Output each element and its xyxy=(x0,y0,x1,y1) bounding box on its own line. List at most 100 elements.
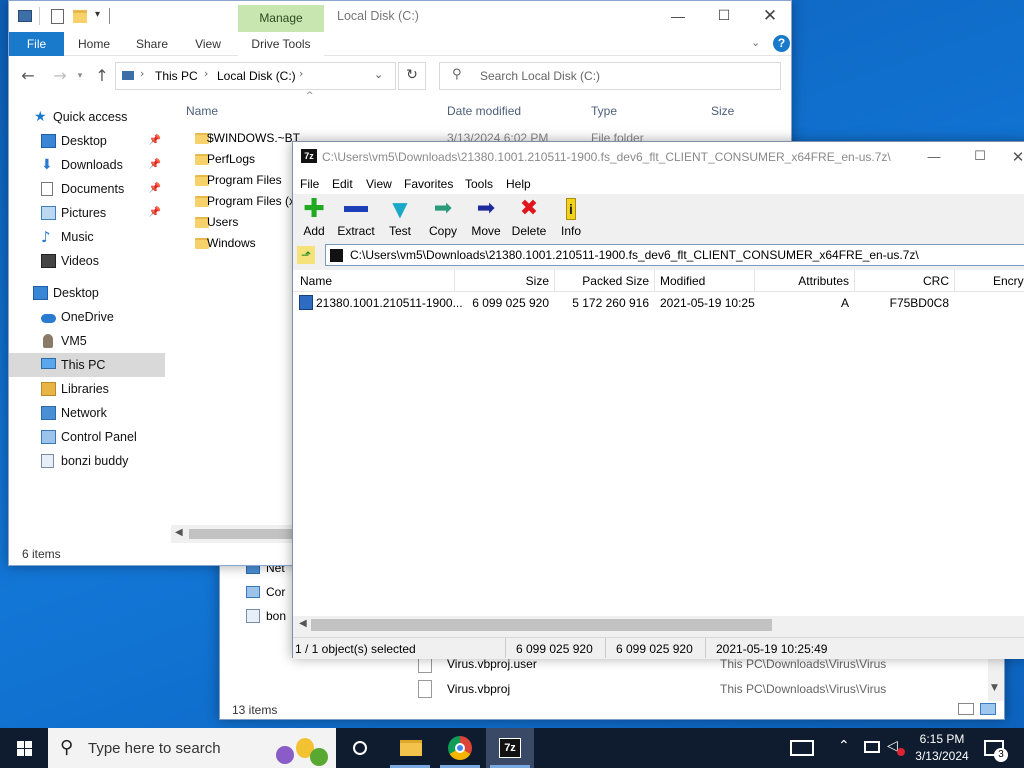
chevron-right-icon[interactable]: › xyxy=(204,67,208,80)
vertical-scrollbar[interactable]: ▼ xyxy=(988,653,1004,701)
column-name[interactable]: Name xyxy=(295,270,455,292)
nav-item-desktop[interactable]: Desktop 📌 xyxy=(9,129,165,153)
nav-quick-access[interactable]: ★ Quick access xyxy=(9,105,165,129)
up-button[interactable]: ↑ xyxy=(91,65,113,87)
nav-item-this-pc[interactable]: This PC xyxy=(9,353,165,377)
horizontal-scrollbar[interactable]: ◀ xyxy=(171,525,301,543)
up-folder-icon[interactable]: ⬏ xyxy=(297,246,315,264)
properties-icon[interactable] xyxy=(51,9,64,24)
pin-icon[interactable]: 📌 xyxy=(149,129,161,153)
close-button[interactable]: ✕ xyxy=(747,1,793,32)
clock-time[interactable]: 6:15 PM xyxy=(910,732,974,746)
menu-edit[interactable]: Edit xyxy=(332,174,353,194)
nav-item-music[interactable]: ♪ Music xyxy=(9,225,165,249)
taskbar-search[interactable]: ⚲ Type here to search xyxy=(48,728,336,768)
scroll-left-icon[interactable]: ◀ xyxy=(299,618,307,629)
pin-icon[interactable]: 📌 xyxy=(149,153,161,177)
news-widget-icon[interactable] xyxy=(790,740,814,756)
7zip-window[interactable]: 7z C:\Users\vm5\Downloads\21380.1001.210… xyxy=(291,141,1024,659)
column-packed-size[interactable]: Packed Size xyxy=(555,270,655,292)
nav-item-pictures[interactable]: Pictures 📌 xyxy=(9,201,165,225)
recent-locations-icon[interactable]: ▾ xyxy=(73,65,87,87)
column-modified[interactable]: Modified xyxy=(655,270,755,292)
details-view-icon[interactable] xyxy=(958,703,974,715)
table-row[interactable]: 21380.1001.210511-1900... xyxy=(316,294,463,312)
nav-item-libraries[interactable]: Libraries xyxy=(9,377,165,401)
copy-button[interactable]: ➡ Copy xyxy=(420,194,466,240)
list-item[interactable]: Program Files (x xyxy=(187,191,297,212)
list-item[interactable]: Users xyxy=(187,212,297,233)
file-explorer-icon[interactable] xyxy=(386,728,434,768)
maximize-button[interactable]: ☐ xyxy=(701,1,747,32)
column-date[interactable]: Date modified xyxy=(447,101,521,121)
menu-file[interactable]: File xyxy=(300,174,319,194)
tab-drive-tools[interactable]: Drive Tools xyxy=(238,32,324,56)
path-input[interactable]: C:\Users\vm5\Downloads\21380.1001.210511… xyxy=(325,244,1024,266)
tab-view[interactable]: View xyxy=(185,32,231,56)
pin-icon[interactable]: 📌 xyxy=(149,177,161,201)
scroll-left-icon[interactable]: ◀ xyxy=(175,527,183,538)
add-button[interactable]: ✚ Add xyxy=(291,194,337,240)
manage-context-tab[interactable]: Manage xyxy=(238,5,324,32)
menu-tools[interactable]: Tools xyxy=(465,174,493,194)
column-encrypted[interactable]: Encry xyxy=(988,270,1024,292)
breadcrumb-local-disk[interactable]: Local Disk (C:) xyxy=(217,69,296,83)
column-type[interactable]: Type xyxy=(591,101,617,121)
start-button[interactable] xyxy=(0,728,48,768)
expand-ribbon-icon[interactable]: ⌄ xyxy=(751,36,760,49)
scroll-down-icon[interactable]: ▼ xyxy=(991,683,998,693)
move-button[interactable]: ➡ Move xyxy=(463,194,509,240)
chevron-right-icon[interactable]: › xyxy=(299,67,303,80)
back-button[interactable]: ← xyxy=(17,65,39,87)
nav-item-vm5[interactable]: VM5 xyxy=(9,329,165,353)
task-view-icon[interactable] xyxy=(336,728,384,768)
scroll-thumb[interactable] xyxy=(189,529,301,539)
title-bar[interactable]: 7z C:\Users\vm5\Downloads\21380.1001.210… xyxy=(293,142,1024,172)
scroll-thumb[interactable] xyxy=(311,619,772,631)
forward-button[interactable]: → xyxy=(49,65,71,87)
quick-access-dropdown-icon[interactable]: ▾ xyxy=(95,9,100,20)
nav-item-documents[interactable]: Documents 📌 xyxy=(9,177,165,201)
column-size[interactable]: Size xyxy=(711,101,734,121)
maximize-button[interactable]: ☐ xyxy=(957,142,1003,172)
file-list[interactable] xyxy=(293,270,1024,616)
column-attributes[interactable]: Attributes xyxy=(755,270,855,292)
nav-item-network[interactable]: Network xyxy=(9,401,165,425)
menu-view[interactable]: View xyxy=(366,174,392,194)
test-button[interactable]: ▼ Test xyxy=(377,194,423,240)
new-folder-icon[interactable] xyxy=(73,10,87,23)
menu-help[interactable]: Help xyxy=(506,174,531,194)
minimize-button[interactable]: — xyxy=(911,142,957,172)
column-crc[interactable]: CRC xyxy=(855,270,955,292)
column-size[interactable]: Size xyxy=(455,270,555,292)
menu-favorites[interactable]: Favorites xyxy=(404,174,453,194)
column-name[interactable]: Name xyxy=(186,101,218,121)
tab-home[interactable]: Home xyxy=(71,32,117,56)
nav-item-control-panel[interactable]: Cor xyxy=(246,582,285,602)
nav-item-control-panel[interactable]: Control Panel xyxy=(9,425,165,449)
chevron-down-icon[interactable]: ⌄ xyxy=(374,68,383,81)
info-button[interactable]: i Info xyxy=(548,194,594,240)
file-name[interactable]: Virus.vbproj xyxy=(447,682,510,696)
nav-item-bonzi-buddy[interactable]: bonzi buddy xyxy=(9,449,165,473)
extract-button[interactable]: Extract xyxy=(333,194,379,240)
list-item[interactable]: Program Files xyxy=(187,170,297,191)
help-icon[interactable]: ? xyxy=(773,35,790,52)
nav-item-videos[interactable]: Videos xyxy=(9,249,165,273)
tab-share[interactable]: Share xyxy=(129,32,175,56)
nav-item-desktop-root[interactable]: Desktop xyxy=(9,281,165,305)
horizontal-scrollbar[interactable]: ◀ xyxy=(295,616,1024,634)
tab-file[interactable]: File xyxy=(9,32,64,56)
close-button[interactable]: ✕ xyxy=(1003,142,1024,172)
address-bar[interactable]: › This PC › Local Disk (C:) › ⌄ xyxy=(115,62,396,90)
title-bar[interactable]: ▾ Manage Local Disk (C:) — ☐ ✕ xyxy=(9,1,791,32)
pin-icon[interactable]: 📌 xyxy=(149,201,161,225)
nav-item-bonzi[interactable]: bon xyxy=(246,606,286,626)
refresh-button[interactable]: ↻ xyxy=(398,62,426,90)
breadcrumb-this-pc[interactable]: This PC xyxy=(155,69,198,83)
nav-item-onedrive[interactable]: OneDrive xyxy=(9,305,165,329)
list-item[interactable]: PerfLogs xyxy=(187,149,297,170)
chrome-icon[interactable] xyxy=(436,728,484,768)
search-input[interactable]: ⚲ Search Local Disk (C:) xyxy=(439,62,781,90)
clock-date[interactable]: 3/13/2024 xyxy=(910,749,974,763)
